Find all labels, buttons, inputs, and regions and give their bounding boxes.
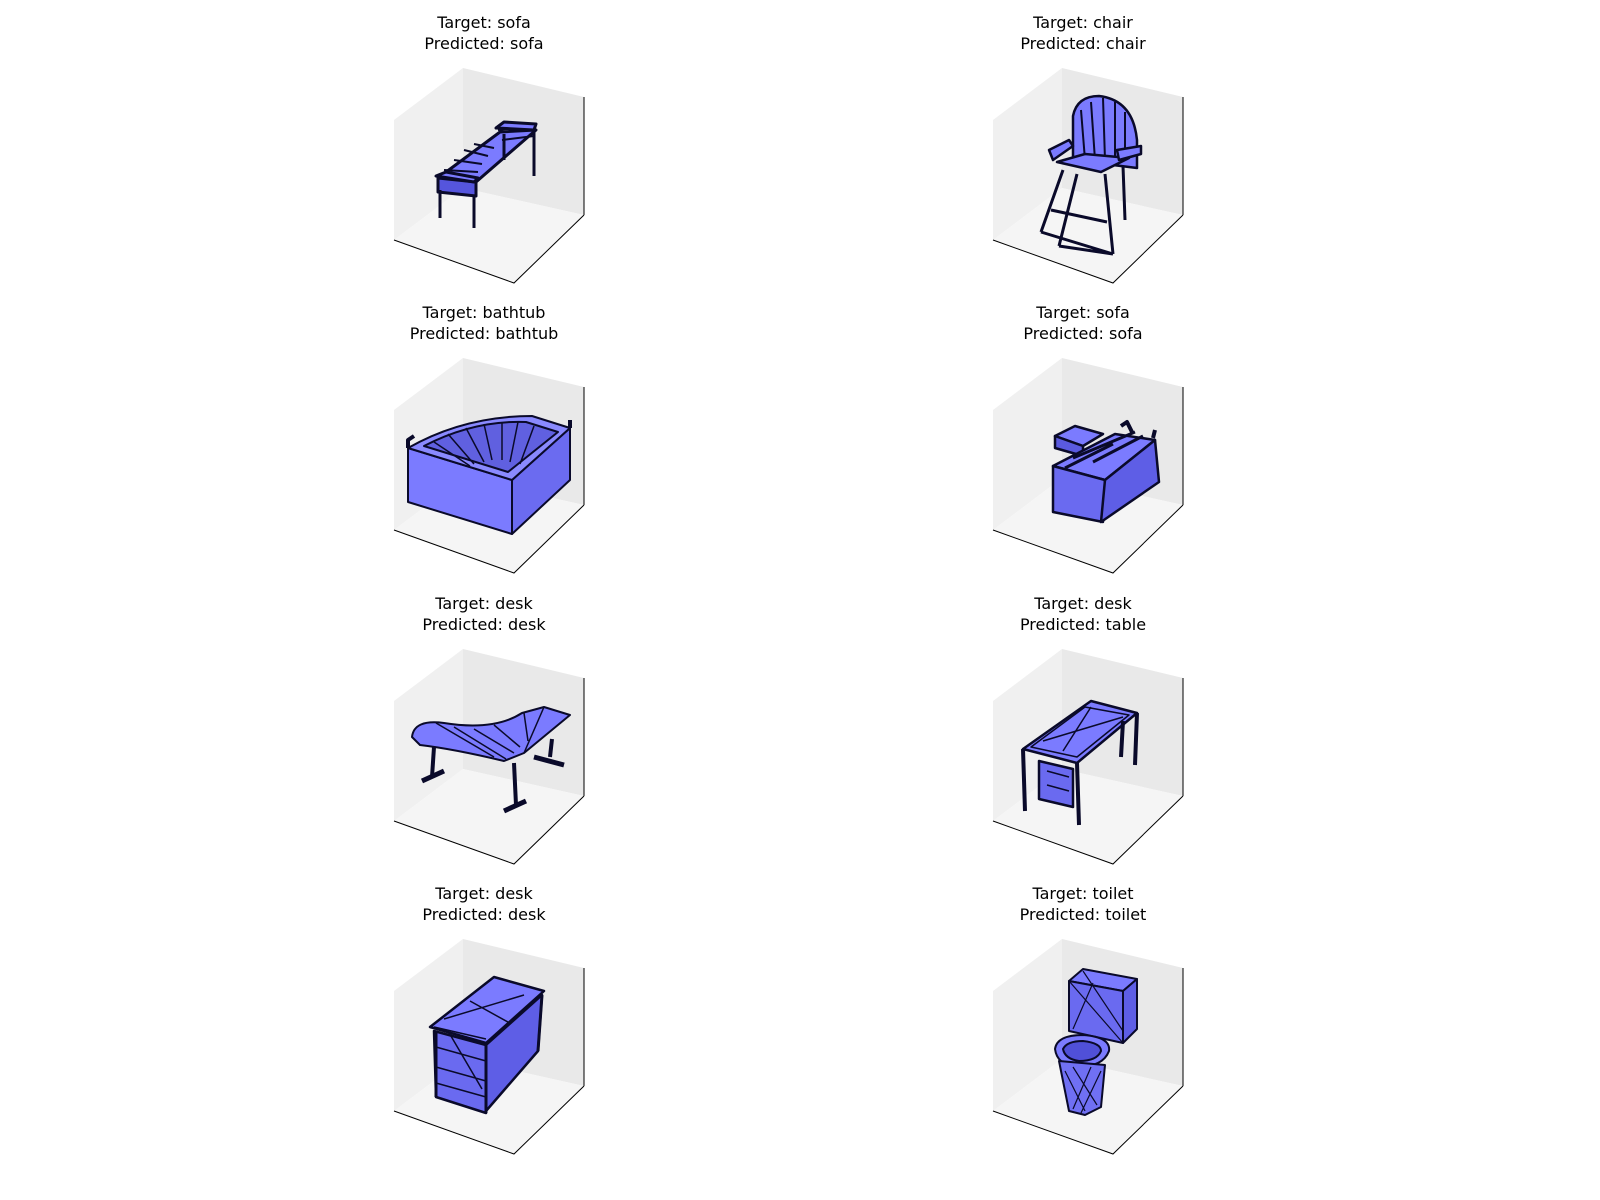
- panel-desk-frame: Target: desk Predicted: table: [973, 581, 1193, 871]
- panel-sofa-2: Target: sofa Predicted: sofa: [973, 290, 1193, 580]
- panel-bathtub: Target: bathtub Predicted: bathtub: [374, 290, 594, 580]
- 3d-axes-desk-drawers: [393, 939, 585, 1155]
- 3d-axes-toilet: [992, 939, 1184, 1155]
- figure: { "panels": [ {"target": "Target: sofa",…: [0, 0, 1600, 1200]
- panel-desk-curved: Target: desk Predicted: desk: [374, 581, 594, 871]
- panel-desk-drawers: Target: desk Predicted: desk: [374, 871, 594, 1161]
- 3d-axes-sofa-1: [393, 68, 585, 284]
- 3d-axes-desk-frame: [992, 649, 1184, 865]
- 3d-axes-chair: [992, 68, 1184, 284]
- panel-sofa-1: Target: sofa Predicted: sofa: [374, 0, 594, 290]
- 3d-axes-sofa-2: [992, 358, 1184, 574]
- 3d-axes-desk-curved: [393, 649, 585, 865]
- panel-chair: Target: chair Predicted: chair: [973, 0, 1193, 290]
- panel-toilet: Target: toilet Predicted: toilet: [973, 871, 1193, 1161]
- 3d-axes-bathtub: [393, 358, 585, 574]
